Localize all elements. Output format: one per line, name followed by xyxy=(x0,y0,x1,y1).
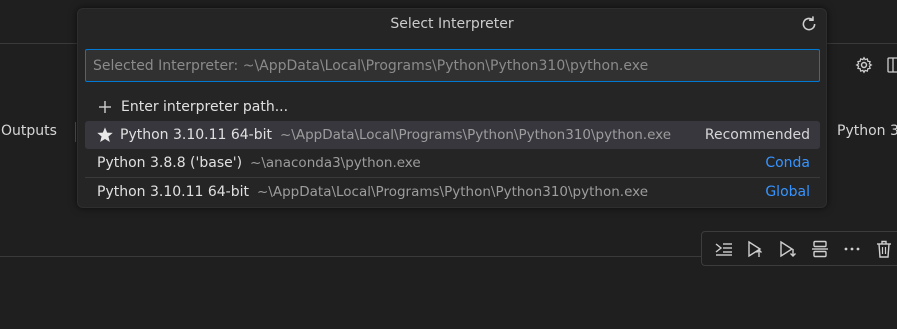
interpreter-item-global[interactable]: Python 3.10.11 64-bit ~\AppData\Local\Pr… xyxy=(85,177,820,205)
split-cell-button[interactable] xyxy=(804,235,836,263)
run-by-line-button[interactable] xyxy=(708,235,740,263)
interpreter-path: ~\AppData\Local\Programs\Python\Python31… xyxy=(280,127,672,143)
run-by-line-icon xyxy=(715,242,732,256)
toolbar-separator xyxy=(75,122,76,142)
select-interpreter-quick-pick: Select Interpreter Enter interpreter pat… xyxy=(77,8,827,208)
interpreter-path: ~\anaconda3\python.exe xyxy=(250,155,421,171)
conda-category-link[interactable]: Conda xyxy=(765,155,810,171)
star-icon xyxy=(97,127,113,143)
more-actions-button[interactable] xyxy=(836,235,868,263)
outputs-tab[interactable]: Outputs xyxy=(1,123,57,139)
interpreter-path: ~\AppData\Local\Programs\Python\Python31… xyxy=(257,183,649,200)
interpreter-label: Python 3.8.8 ('base') xyxy=(97,155,243,171)
recommended-badge: Recommended xyxy=(704,127,810,143)
delete-icon xyxy=(877,240,891,258)
plus-icon xyxy=(99,101,111,113)
gear-icon[interactable] xyxy=(855,56,873,74)
execute-above-button[interactable] xyxy=(740,235,772,263)
execute-below-button[interactable] xyxy=(772,235,804,263)
cell-toolbar xyxy=(701,231,897,266)
editor-divider-bottom xyxy=(0,256,702,257)
enter-interpreter-path-item[interactable]: Enter interpreter path... xyxy=(85,93,820,121)
delete-cell-button[interactable] xyxy=(868,235,897,263)
enter-interpreter-path-label: Enter interpreter path... xyxy=(121,99,289,115)
interpreter-item-recommended[interactable]: Python 3.10.11 64-bit ~\AppData\Local\Pr… xyxy=(85,121,820,149)
execute-above-icon xyxy=(748,240,762,257)
interpreter-item-conda[interactable]: Python 3.8.8 ('base') ~\anaconda3\python… xyxy=(85,149,820,177)
interpreter-label: Python 3.10.11 64-bit xyxy=(120,127,272,143)
split-editor-icon[interactable] xyxy=(887,57,897,73)
interpreter-list: Enter interpreter path... Python 3.10.11… xyxy=(85,93,820,205)
kernel-picker[interactable]: Python 3 xyxy=(837,123,897,139)
global-category-link[interactable]: Global xyxy=(765,184,810,200)
interpreter-search-input[interactable] xyxy=(85,49,820,82)
more-icon xyxy=(844,247,860,250)
execute-below-icon xyxy=(780,240,796,257)
refresh-icon[interactable] xyxy=(800,15,818,33)
quick-pick-title: Select Interpreter xyxy=(390,16,514,32)
split-cell-icon xyxy=(812,240,828,257)
interpreter-label: Python 3.10.11 64-bit xyxy=(97,183,249,200)
quick-pick-title-bar: Select Interpreter xyxy=(78,9,826,39)
